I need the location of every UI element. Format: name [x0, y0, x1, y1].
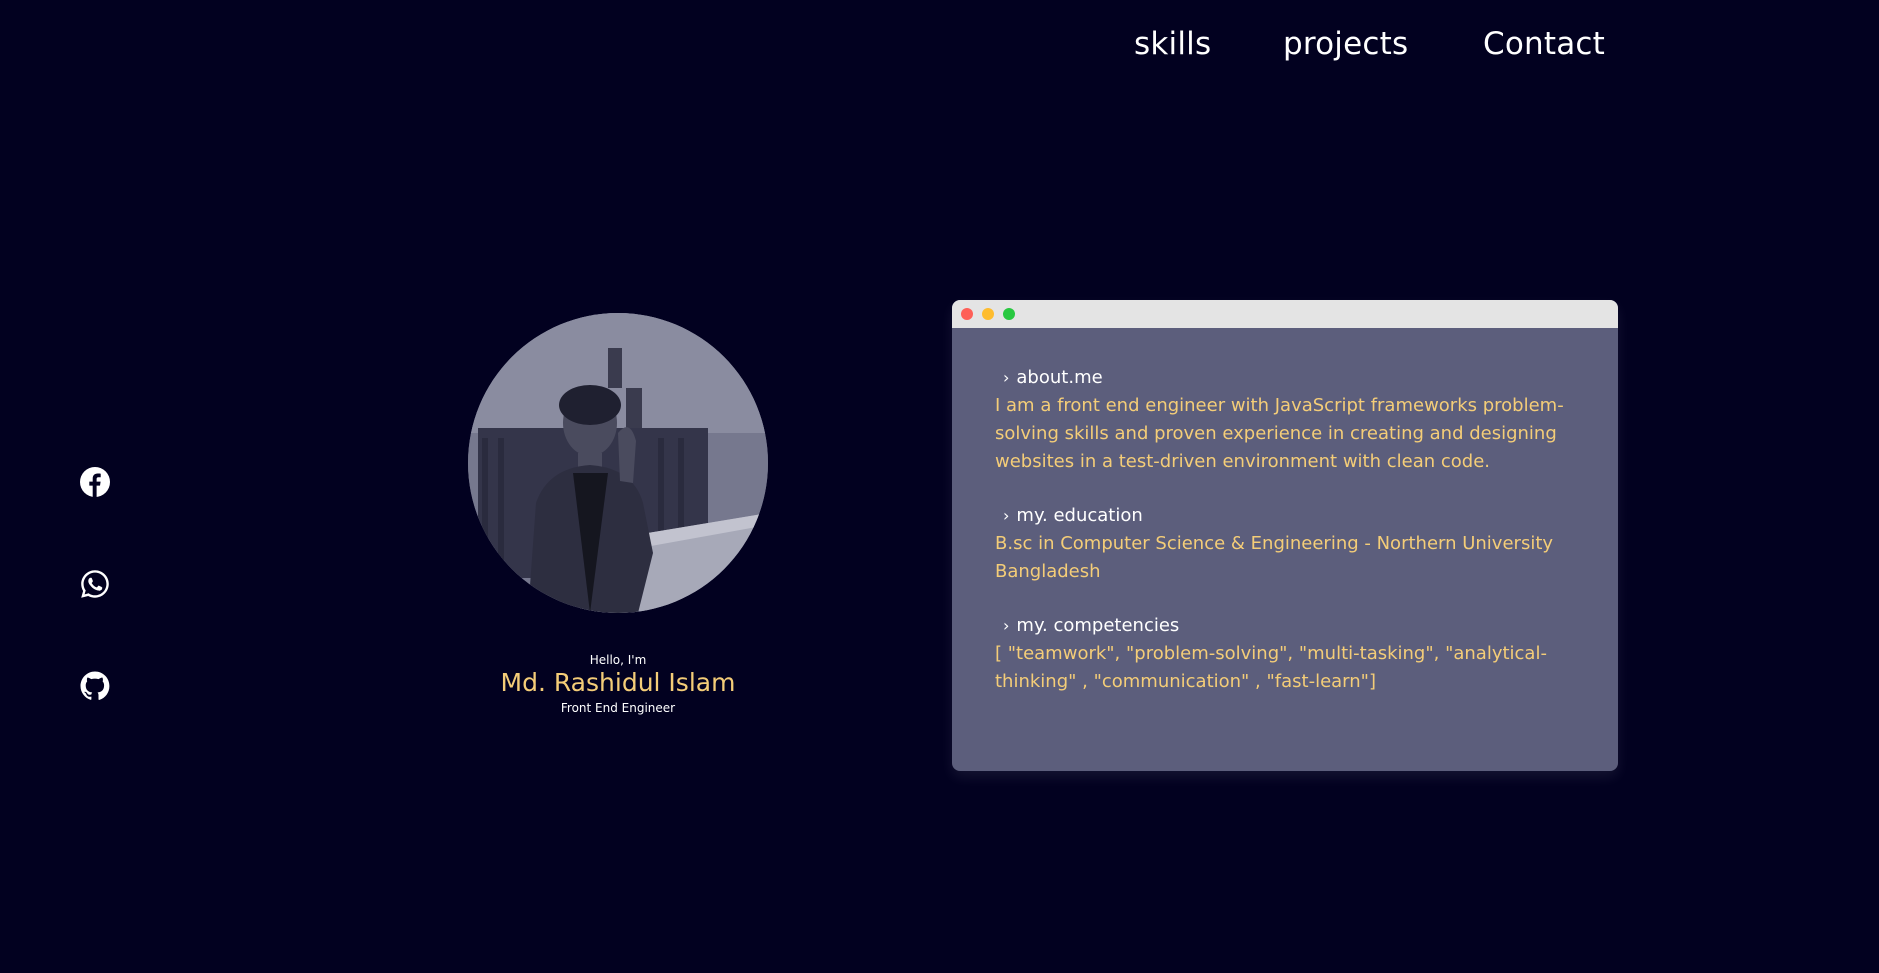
- heading-label: about.me: [1016, 367, 1103, 388]
- section-heading: › my. education: [995, 502, 1578, 530]
- section-heading: › my. competencies: [995, 612, 1578, 640]
- portfolio-page: skills projects Contact Hello, I'm Md. R…: [0, 0, 1879, 973]
- terminal-window: › about.me I am a front end engineer wit…: [952, 300, 1618, 771]
- github-link[interactable]: [79, 670, 111, 702]
- github-icon: [80, 671, 110, 700]
- chevron-right-icon: ›: [1003, 506, 1010, 525]
- about-section: › about.me I am a front end engineer wit…: [995, 364, 1578, 476]
- terminal-body: › about.me I am a front end engineer wit…: [952, 328, 1618, 696]
- close-dot-icon[interactable]: [961, 308, 973, 320]
- whatsapp-icon: [81, 570, 109, 598]
- maximize-dot-icon[interactable]: [1003, 308, 1015, 320]
- facebook-icon: [80, 467, 110, 497]
- nav-link-projects[interactable]: projects: [1283, 26, 1408, 62]
- whatsapp-link[interactable]: [79, 568, 111, 600]
- heading-label: my. competencies: [1016, 615, 1180, 636]
- profile-title: Front End Engineer: [560, 701, 676, 715]
- nav-link-contact[interactable]: Contact: [1483, 26, 1605, 62]
- chevron-right-icon: ›: [1003, 368, 1010, 387]
- profile-photo: [468, 313, 768, 613]
- about-text: I am a front end engineer with JavaScrip…: [995, 395, 1564, 472]
- education-section: › my. education B.sc in Computer Science…: [995, 502, 1578, 586]
- facebook-link[interactable]: [79, 466, 111, 498]
- education-text: B.sc in Computer Science & Engineering -…: [995, 533, 1554, 582]
- nav-link-skills[interactable]: skills: [1134, 26, 1211, 62]
- heading-label: my. education: [1016, 505, 1143, 526]
- profile-photo-image: [468, 313, 768, 613]
- minimize-dot-icon[interactable]: [982, 308, 994, 320]
- window-titlebar: [952, 300, 1618, 328]
- chevron-right-icon: ›: [1003, 616, 1010, 635]
- competencies-text: [ "teamwork", "problem-solving", "multi-…: [995, 643, 1547, 692]
- section-heading: › about.me: [995, 364, 1578, 392]
- competencies-section: › my. competencies [ "teamwork", "proble…: [995, 612, 1578, 696]
- profile-name: Md. Rashidul Islam: [500, 668, 736, 697]
- greeting-text: Hello, I'm: [589, 653, 647, 667]
